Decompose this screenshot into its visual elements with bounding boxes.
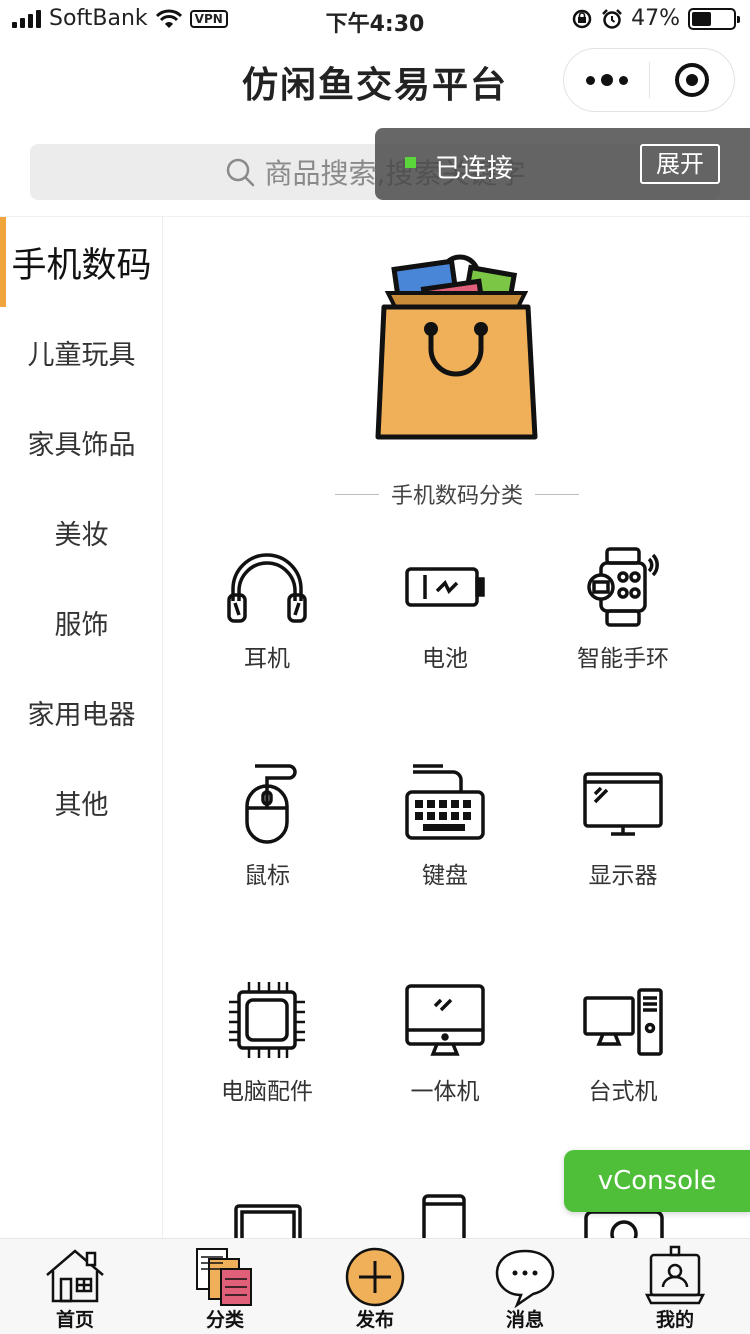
tab-profile[interactable]: 我的 <box>600 1239 750 1334</box>
tab-label: 分类 <box>205 1309 244 1331</box>
title-line-left <box>335 493 379 495</box>
tablet-icon <box>234 1204 302 1238</box>
search-icon <box>226 158 254 187</box>
shopping-bag-icon <box>375 254 538 440</box>
category-item-battery[interactable]: 电池 <box>356 545 534 695</box>
keyboard-icon <box>405 764 485 840</box>
category-item-pc-parts[interactable]: 电脑配件 <box>178 978 356 1128</box>
cpu-chip-icon <box>229 982 305 1058</box>
category-label: 一体机 <box>410 1079 480 1105</box>
all-in-one-pc-icon <box>405 984 485 1056</box>
tab-messages[interactable]: 消息 <box>450 1239 600 1334</box>
tab-label: 发布 <box>355 1309 394 1331</box>
target-close-icon <box>674 63 709 97</box>
sidebar-item-appliances[interactable]: 家用电器 <box>0 667 163 757</box>
category-label: 电脑配件 <box>221 1079 313 1105</box>
alarm-icon <box>602 8 622 29</box>
monitor-icon <box>583 772 663 836</box>
phone-icon <box>422 1194 466 1238</box>
home-icon <box>46 1249 104 1303</box>
category-label: 键盘 <box>422 863 468 889</box>
category-label: 电池 <box>422 646 468 672</box>
tab-label: 我的 <box>655 1309 694 1331</box>
status-bar: SoftBank VPN 下午4:30 47% <box>0 0 750 40</box>
close-mini-program-button[interactable] <box>650 48 734 112</box>
smartwatch-icon <box>587 547 659 627</box>
sidebar-item-beauty[interactable]: 美妆 <box>0 487 163 577</box>
category-icon <box>196 1248 252 1306</box>
tab-bar: 首页 分类 发布 消息 我的 <box>0 1238 750 1334</box>
tab-publish[interactable]: 发布 <box>300 1239 450 1334</box>
more-options-button[interactable] <box>564 48 649 112</box>
more-dots-icon <box>585 75 595 85</box>
battery-icon <box>688 7 740 30</box>
category-item-mouse[interactable]: 鼠标 <box>178 762 356 912</box>
category-item-desktop[interactable]: 台式机 <box>534 978 712 1128</box>
camera-icon <box>584 1210 664 1238</box>
message-bubble-icon <box>495 1249 555 1309</box>
navigation-bar: 仿闲鱼交易平台 <box>0 40 750 128</box>
expand-button[interactable]: 展开 <box>640 144 720 184</box>
mouse-icon <box>245 764 297 844</box>
connection-status-panel: 已连接 展开 <box>375 128 750 200</box>
tab-label: 消息 <box>505 1309 544 1331</box>
category-item-headphones[interactable]: 耳机 <box>178 545 356 695</box>
profile-icon <box>644 1245 706 1305</box>
headphones-icon <box>227 553 307 623</box>
battery-percent: 47% <box>631 6 680 31</box>
mini-program-capsule <box>563 48 735 112</box>
category-item-all-in-one[interactable]: 一体机 <box>356 978 534 1128</box>
category-item-smartwatch[interactable]: 智能手环 <box>534 545 712 695</box>
sidebar-item-phone-digital[interactable]: 手机数码 <box>0 217 163 307</box>
section-title-text: 手机数码分类 <box>391 484 524 509</box>
category-item-monitor[interactable]: 显示器 <box>534 762 712 912</box>
sidebar-item-furniture[interactable]: 家具饰品 <box>0 397 163 487</box>
title-line-right <box>535 493 580 495</box>
sidebar-item-other[interactable]: 其他 <box>0 757 163 847</box>
category-item-keyboard[interactable]: 键盘 <box>356 762 534 912</box>
connected-indicator <box>405 157 416 168</box>
sidebar-item-clothing[interactable]: 服饰 <box>0 577 163 667</box>
publish-plus-icon <box>345 1247 405 1307</box>
connection-status-text: 已连接 <box>435 154 514 184</box>
battery-icon <box>405 567 485 607</box>
desktop-pc-icon <box>583 988 663 1056</box>
category-label: 智能手环 <box>577 646 669 672</box>
category-label: 显示器 <box>588 863 658 889</box>
tab-home[interactable]: 首页 <box>0 1239 150 1334</box>
tab-category[interactable]: 分类 <box>150 1239 300 1334</box>
category-label: 台式机 <box>588 1079 658 1105</box>
section-title: 手机数码分类 <box>335 478 580 510</box>
category-sidebar: 手机数码 儿童玩具 家具饰品 美妆 服饰 家用电器 其他 <box>0 217 163 1238</box>
category-label: 耳机 <box>244 646 290 672</box>
tab-label: 首页 <box>55 1309 94 1331</box>
sidebar-item-kids-toys[interactable]: 儿童玩具 <box>0 307 163 397</box>
category-label: 鼠标 <box>244 863 290 889</box>
vconsole-button[interactable]: vConsole <box>564 1150 750 1212</box>
rotation-lock-icon <box>572 9 592 28</box>
